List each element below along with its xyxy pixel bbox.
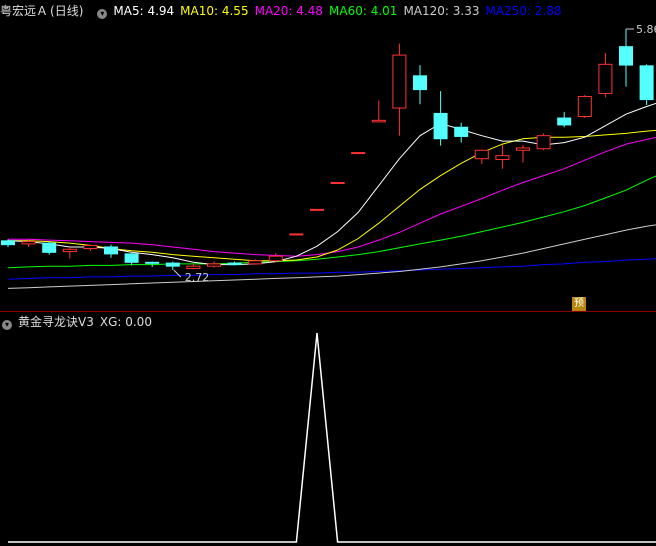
candle-body xyxy=(62,248,77,253)
candle-body xyxy=(619,46,633,66)
sub-chart-header: ▾ 黄金寻龙诀V3 XG: 0.00 xyxy=(0,311,656,333)
forecast-badge: 预 xyxy=(572,297,586,311)
ma-line-ma10 xyxy=(8,129,656,262)
low-price-label: 2.72 xyxy=(185,271,210,284)
candle-body xyxy=(371,119,386,123)
candle-body xyxy=(495,155,510,160)
candle-body xyxy=(186,265,201,269)
ma-line-ma20 xyxy=(8,136,656,257)
candle-body xyxy=(289,233,304,236)
indicator-name: 黄金寻龙诀V3 xyxy=(18,315,94,329)
candle-body xyxy=(104,246,118,255)
candle-body xyxy=(268,255,283,262)
xg-value: XG: 0.00 xyxy=(99,315,152,329)
candle-body xyxy=(413,75,427,91)
candle-body xyxy=(124,253,139,263)
candle-body xyxy=(248,260,263,265)
candle-body xyxy=(454,126,469,137)
candle-body xyxy=(392,54,407,109)
candle-body xyxy=(207,263,221,267)
candle-body xyxy=(577,96,592,117)
indicator-settings-icon[interactable]: ▾ xyxy=(2,320,12,330)
candle-body xyxy=(639,65,654,101)
candle-body xyxy=(145,261,160,264)
candle-body xyxy=(536,135,551,150)
candle-body xyxy=(330,182,345,185)
candle-body xyxy=(42,242,57,253)
low-marker-arrow xyxy=(173,269,182,278)
xg-signal-line xyxy=(8,332,656,543)
candle-body xyxy=(433,112,448,140)
candle-body xyxy=(516,147,530,151)
high-price-label: 5.86 xyxy=(636,23,656,36)
candle-body xyxy=(557,117,572,126)
candle-body xyxy=(474,149,489,160)
candle-body xyxy=(310,208,324,211)
kline-chart: 2.72 5.86 xyxy=(1,23,656,543)
candle-body xyxy=(227,262,242,266)
candle-body xyxy=(165,262,180,267)
ma-line-ma120 xyxy=(7,224,656,289)
candle-body xyxy=(83,244,98,250)
candle-body xyxy=(1,240,15,246)
candle-body xyxy=(598,63,613,94)
candle-body xyxy=(21,241,36,245)
candle-body xyxy=(351,152,366,155)
